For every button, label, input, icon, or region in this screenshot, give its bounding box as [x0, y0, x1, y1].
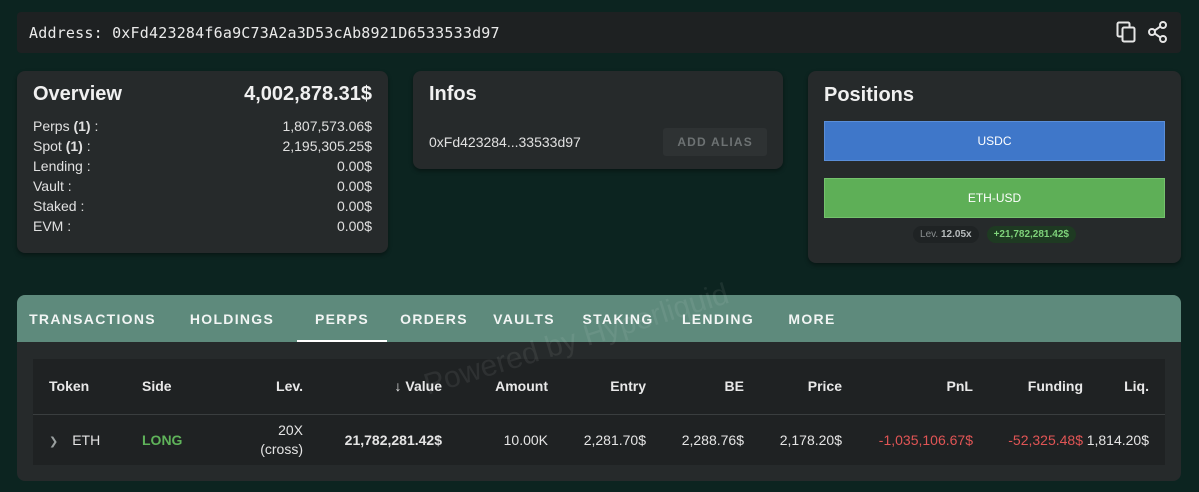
overview-card: Overview 4,002,878.31$ Perps (1) : 1,807…	[17, 71, 388, 253]
overview-row-staked: Staked : 0.00$	[33, 196, 372, 216]
infos-title: Infos	[429, 83, 477, 105]
cell-value: 21,782,281.42$	[344, 431, 442, 448]
header-entry[interactable]: Entry	[548, 359, 646, 415]
row-label: Lending :	[33, 158, 91, 174]
row-value: 0.00$	[336, 178, 372, 194]
tab-bar: TRANSACTIONS HOLDINGS PERPS ORDERS VAULT…	[17, 295, 1181, 342]
position-bar-eth-usd[interactable]: ETH-USD	[824, 178, 1165, 218]
header-lev[interactable]: Lev.	[218, 359, 303, 415]
overview-row-spot: Spot (1) : 2,195,305.25$	[33, 136, 372, 156]
header-token[interactable]: Token	[33, 359, 128, 415]
cell-entry: 2,281.70$	[583, 431, 646, 448]
share-icon[interactable]	[1147, 21, 1169, 43]
tab-more[interactable]: MORE	[777, 295, 847, 342]
cell-token: ❯ ETH	[33, 414, 128, 465]
header-funding[interactable]: Funding	[973, 359, 1083, 415]
row-count: (1)	[65, 138, 83, 154]
tab-lending[interactable]: LENDING	[673, 295, 763, 342]
position-bar-usdc[interactable]: USDC	[824, 121, 1165, 161]
pnl-tag: +21,782,281.42$	[986, 226, 1076, 243]
overview-total: 4,002,878.31$	[244, 83, 372, 105]
tab-transactions[interactable]: TRANSACTIONS	[17, 295, 168, 342]
table-header-row: Token Side Lev. ↓ Value Amount Entry BE …	[33, 359, 1165, 415]
overview-row-perps: Perps (1) : 1,807,573.06$	[33, 116, 372, 136]
row-label: Staked :	[33, 198, 85, 214]
header-side[interactable]: Side	[128, 359, 218, 415]
infos-card: Infos 0xFd423284...33533d97 ADD ALIAS	[413, 71, 783, 169]
row-label: Perps	[33, 118, 70, 134]
add-alias-button[interactable]: ADD ALIAS	[663, 128, 767, 156]
header-pnl[interactable]: PnL	[842, 359, 973, 415]
overview-row-vault: Vault : 0.00$	[33, 176, 372, 196]
cell-pnl: -1,035,106.67$	[878, 431, 973, 448]
row-value: 0.00$	[336, 198, 372, 214]
positions-title: Positions	[824, 84, 915, 106]
header-amount[interactable]: Amount	[442, 359, 548, 415]
cell-side: LONG	[142, 431, 183, 448]
cell-price: 2,178.20$	[779, 431, 842, 448]
overview-title: Overview	[33, 83, 122, 105]
row-label: EVM :	[33, 218, 72, 234]
overview-header: Overview 4,002,878.31$	[33, 83, 372, 106]
lev-top: 20X	[278, 421, 303, 438]
short-address: 0xFd423284...33533d97	[429, 134, 581, 150]
tab-orders[interactable]: ORDERS	[391, 295, 477, 342]
row-value: 0.00$	[336, 218, 372, 234]
header-price[interactable]: Price	[744, 359, 842, 415]
infos-row: 0xFd423284...33533d97 ADD ALIAS	[429, 128, 767, 156]
table-row[interactable]: ❯ ETH LONG 20X (cross) 21,782,281.42$ 10.0…	[33, 414, 1165, 465]
row-suffix: :	[90, 118, 99, 134]
positions-card: Positions USDC ETH-USD Lev. 12.05x +21,7…	[808, 71, 1181, 263]
tab-holdings[interactable]: HOLDINGS	[176, 295, 288, 342]
tabs-panel: TRANSACTIONS HOLDINGS PERPS ORDERS VAULT…	[17, 295, 1181, 481]
row-suffix: :	[82, 138, 91, 154]
lev-bottom: (cross)	[260, 440, 303, 457]
perps-table: Token Side Lev. ↓ Value Amount Entry BE …	[33, 359, 1165, 465]
address-text: Address: 0xFd423284f6a9C73A2a3D53cAb8921…	[29, 23, 500, 42]
address-bar: Address: 0xFd423284f6a9C73A2a3D53cAb8921…	[17, 12, 1181, 53]
tab-staking[interactable]: STAKING	[573, 295, 663, 342]
header-liq[interactable]: Liq.	[1083, 359, 1165, 415]
overview-row-evm: EVM : 0.00$	[33, 216, 372, 236]
cell-amount: 10.00K	[503, 431, 548, 448]
row-label: Vault :	[33, 178, 72, 194]
position-tags: Lev. 12.05x +21,782,281.42$	[824, 226, 1165, 243]
leverage-label: Lev.	[920, 229, 939, 240]
leverage-tag: Lev. 12.05x	[913, 226, 979, 243]
cell-be: 2,288.76$	[681, 431, 744, 448]
token-name: ETH	[72, 431, 101, 448]
address-actions	[1115, 21, 1169, 43]
header-value[interactable]: ↓ Value	[303, 359, 442, 415]
row-label: Spot	[33, 138, 62, 154]
header-be[interactable]: BE	[646, 359, 744, 415]
row-value: 2,195,305.25$	[282, 138, 372, 154]
leverage-value: 12.05x	[941, 229, 972, 240]
cell-liq: 1,814.20$	[1086, 431, 1149, 448]
sort-arrow-down-icon: ↓	[394, 378, 402, 395]
tab-perps[interactable]: PERPS	[297, 295, 387, 342]
overview-row-lending: Lending : 0.00$	[33, 156, 372, 176]
header-value-label: Value	[405, 378, 442, 395]
tab-vaults[interactable]: VAULTS	[485, 295, 563, 342]
cell-funding: -52,325.48$	[1008, 431, 1083, 448]
row-count: (1)	[73, 118, 91, 134]
row-value: 0.00$	[336, 158, 372, 174]
copy-icon[interactable]	[1115, 21, 1137, 43]
chevron-right-icon[interactable]: ❯	[49, 436, 58, 448]
row-value: 1,807,573.06$	[282, 118, 372, 134]
cell-lev: 20X (cross)	[218, 414, 303, 465]
